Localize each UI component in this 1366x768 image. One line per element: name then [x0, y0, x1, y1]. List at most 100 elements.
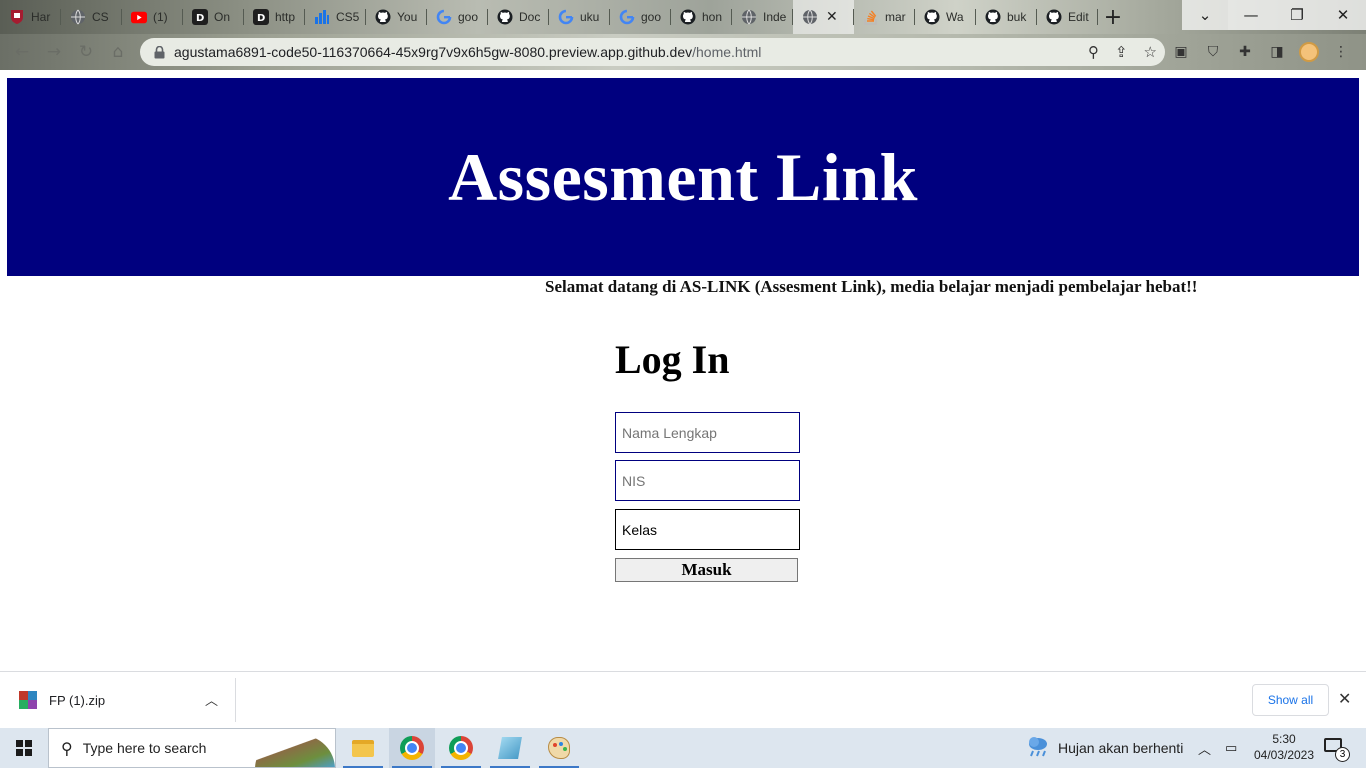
side-panel-icon[interactable]: ◨ — [1266, 41, 1288, 63]
reload-button[interactable]: ↻ — [70, 36, 102, 68]
download-shelf: FP (1).zip ︿ Show all ✕ — [0, 671, 1366, 728]
github-icon — [680, 9, 696, 25]
puzzle-extensions-icon[interactable]: ✚ — [1234, 41, 1256, 63]
globe-icon — [802, 9, 818, 25]
reload-icon: ↻ — [78, 42, 94, 62]
minimize-button[interactable]: — — [1228, 0, 1274, 30]
taskbar-chrome-2[interactable] — [438, 728, 484, 768]
close-shelf-icon[interactable]: ✕ — [1338, 689, 1351, 708]
browser-tab[interactable]: Dhttp — [244, 0, 305, 34]
browser-tab[interactable]: mar — [854, 0, 915, 34]
forward-arrow-icon: → — [46, 42, 62, 62]
share-icon[interactable]: ⇪ — [1115, 43, 1128, 61]
minimize-icon: — — [1243, 6, 1259, 24]
harvard-shield-icon — [9, 9, 25, 25]
tab-search-button[interactable]: ⌄ — [1182, 0, 1228, 30]
tab-title: (1) — [153, 10, 168, 24]
rain-cloud-icon — [1026, 735, 1050, 761]
restore-button[interactable]: ❐ — [1274, 0, 1320, 30]
browser-tab[interactable]: buk — [976, 0, 1037, 34]
github-icon — [985, 9, 1001, 25]
globe-icon — [741, 9, 757, 25]
url-path: /home.html — [692, 44, 762, 60]
windows-taskbar: ⚲ Type here to search Hujan akan berhent… — [0, 728, 1366, 768]
close-window-button[interactable]: ✕ — [1320, 0, 1366, 30]
start-button[interactable] — [0, 728, 48, 768]
page-viewport: Assesment Link Selamat datang di AS-LINK… — [0, 70, 1366, 671]
browser-tab[interactable]: Wa — [915, 0, 976, 34]
download-file-name: FP (1).zip — [49, 692, 106, 708]
full-name-input[interactable] — [615, 412, 800, 453]
url-host: agustama6891-code50-116370664-45x9rg7v9x… — [174, 44, 693, 60]
search-icon: ⚲ — [61, 738, 73, 758]
back-button[interactable]: ← — [6, 36, 38, 68]
notes-app-icon — [498, 737, 522, 759]
search-highlight-image — [255, 735, 335, 767]
chrome-icon — [400, 736, 424, 760]
forward-button[interactable]: → — [38, 36, 70, 68]
file-explorer-icon — [352, 739, 374, 757]
browser-tab[interactable]: CS — [61, 0, 122, 34]
tab-title: hon — [702, 10, 723, 24]
tab-title: On — [214, 10, 231, 24]
weather-text: Hujan akan berhenti — [1058, 740, 1184, 756]
taskbar-notes-app[interactable] — [487, 728, 533, 768]
browser-tab[interactable]: goo — [610, 0, 671, 34]
taskbar-chrome-1[interactable] — [389, 728, 435, 768]
bookmark-star-icon[interactable]: ☆ — [1144, 43, 1157, 61]
taskbar-search-placeholder: Type here to search — [82, 740, 207, 756]
taskbar-search[interactable]: ⚲ Type here to search — [48, 728, 336, 768]
bar-chart-icon — [314, 9, 330, 25]
browser-tab[interactable]: Inde — [732, 0, 793, 34]
google-icon — [436, 9, 452, 25]
download-item[interactable]: FP (1).zip ︿ — [0, 678, 236, 722]
chevron-up-icon[interactable]: ︿ — [1198, 739, 1211, 758]
browser-tab[interactable]: goo — [427, 0, 488, 34]
address-bar[interactable]: agustama6891-code50-116370664-45x9rg7v9x… — [140, 38, 1165, 66]
show-all-downloads-button[interactable]: Show all — [1252, 684, 1329, 716]
menu-kebab-icon[interactable]: ⋮ — [1330, 41, 1352, 63]
browser-tab[interactable]: uku — [549, 0, 610, 34]
nis-input[interactable] — [615, 460, 800, 501]
masuk-button[interactable]: Masuk — [615, 558, 798, 582]
header-banner: Assesment Link — [7, 78, 1359, 276]
browser-tab[interactable]: CS5 — [305, 0, 366, 34]
browser-tab[interactable]: Doc — [488, 0, 549, 34]
notifications-button[interactable]: 3 — [1324, 738, 1350, 762]
browser-tab[interactable]: (1) — [122, 0, 183, 34]
profile-avatar[interactable] — [1298, 41, 1320, 63]
weather-widget[interactable]: Hujan akan berhenti — [1026, 728, 1183, 768]
d-logo-icon: D — [253, 9, 269, 25]
github-icon — [924, 9, 940, 25]
home-button[interactable]: ⌂ — [102, 36, 134, 68]
tab-title: Doc — [519, 10, 541, 24]
welcome-message: Selamat datang di AS-LINK (Assesment Lin… — [545, 277, 1198, 296]
browser-tab[interactable]: D On — [183, 0, 244, 34]
tab-title: mar — [885, 10, 906, 24]
taskbar-paint[interactable] — [536, 728, 582, 768]
kelas-input[interactable] — [615, 509, 800, 550]
avatar — [1299, 42, 1319, 62]
chevron-down-icon: ⌄ — [1198, 6, 1212, 24]
github-icon — [1046, 9, 1062, 25]
new-tab-button[interactable]: + — [1098, 0, 1128, 34]
taskbar-file-explorer[interactable] — [340, 728, 386, 768]
browser-tab[interactable]: hon — [671, 0, 732, 34]
taskbar-clock[interactable]: 5:30 04/03/2023 — [1249, 731, 1319, 763]
window-controls: ⌄ — ❐ ✕ — [1182, 0, 1366, 30]
zoom-icon[interactable]: ⚲ — [1088, 43, 1099, 61]
youtube-icon — [131, 9, 147, 25]
tab-title: http — [275, 10, 296, 24]
tab-title: goo — [458, 10, 479, 24]
omnibox-actions: ⚲ ⇪ ☆ — [1088, 38, 1157, 66]
tab-close-icon[interactable]: ✕ — [826, 9, 838, 25]
browser-tab[interactable]: Edit — [1037, 0, 1098, 34]
chevron-up-icon[interactable]: ︿ — [205, 690, 218, 709]
browser-tab[interactable]: Har — [0, 0, 61, 34]
shield-extension-icon[interactable]: ⛉ — [1202, 41, 1224, 63]
tab-title: Wa — [946, 10, 964, 24]
cast-icon[interactable]: ▣ — [1170, 41, 1192, 63]
browser-tab[interactable]: You — [366, 0, 427, 34]
battery-icon[interactable]: ▭ — [1225, 741, 1237, 756]
browser-tab[interactable]: ✕ — [793, 0, 854, 34]
